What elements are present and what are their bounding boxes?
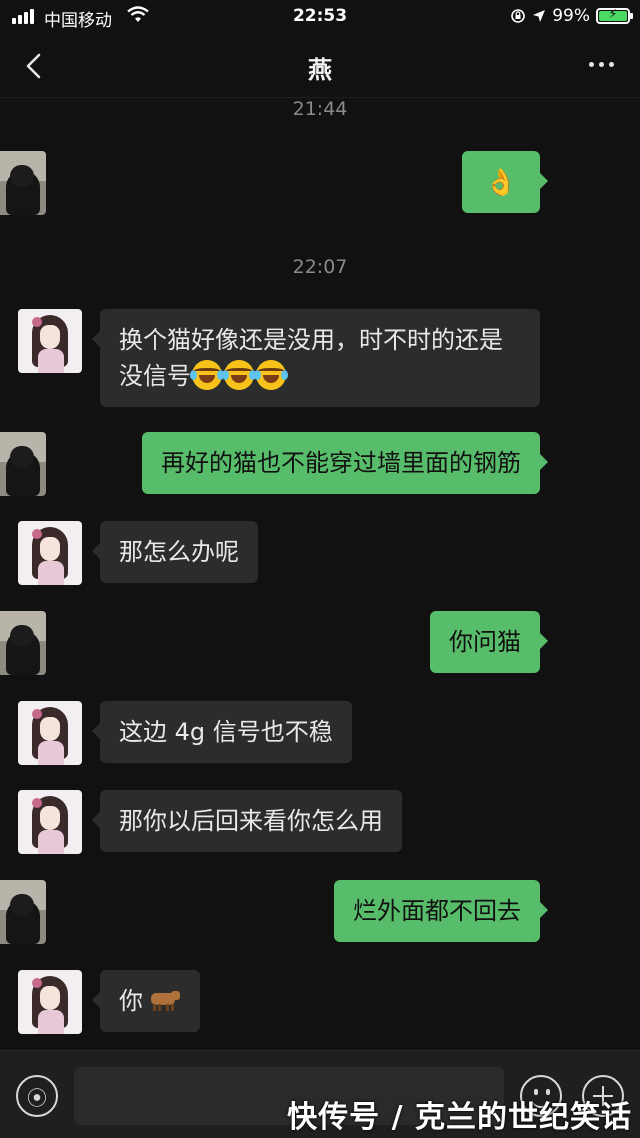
emoji-icon[interactable]	[520, 1075, 562, 1117]
message-row: 你问猫	[0, 611, 640, 675]
cow-icon	[147, 989, 181, 1011]
orientation-lock-icon	[511, 9, 526, 23]
message-row: 换个猫好像还是没用，时不时的还是没信号	[0, 309, 640, 407]
message-row: 那怎么办呢	[0, 521, 640, 585]
message-bubble[interactable]: 换个猫好像还是没用，时不时的还是没信号	[92, 309, 540, 407]
battery-charging-icon: ⚡	[596, 7, 633, 24]
laughing-crying-icon	[222, 360, 256, 390]
message-text: 你	[119, 987, 143, 1015]
message-row: 烂外面都不回去	[0, 880, 640, 944]
avatar[interactable]	[18, 309, 82, 373]
message-bubble[interactable]: 👌	[461, 151, 549, 213]
message-bubble[interactable]: 烂外面都不回去	[334, 880, 548, 942]
message-row: 这边 4g 信号也不稳	[0, 701, 640, 765]
avatar[interactable]	[18, 790, 82, 854]
laughing-crying-icon	[190, 360, 224, 390]
chat-title: 燕	[308, 56, 332, 84]
message-text: 再好的猫也不能穿过墙里面的钢筋	[161, 449, 521, 477]
avatar[interactable]	[0, 151, 46, 215]
message-bubble[interactable]: 你	[92, 970, 200, 1032]
avatar[interactable]	[18, 521, 82, 585]
message-row: 再好的猫也不能穿过墙里面的钢筋	[0, 432, 640, 496]
avatar[interactable]	[0, 611, 46, 675]
message-row: 👌	[0, 151, 640, 215]
message-text: 烂外面都不回去	[353, 897, 521, 925]
nav-bar: 燕	[0, 34, 640, 98]
message-bubble[interactable]: 那你以后回来看你怎么用	[92, 790, 402, 852]
input-bar: ⦿	[0, 1050, 640, 1138]
message-text: 你问猫	[449, 628, 521, 656]
message-text: 换个猫好像还是没用，时不时的还是没信号	[119, 326, 503, 390]
message-bubble[interactable]: 再好的猫也不能穿过墙里面的钢筋	[142, 432, 548, 494]
message-text: 那怎么办呢	[119, 538, 239, 566]
avatar[interactable]	[0, 880, 46, 944]
message-text: 那你以后回来看你怎么用	[119, 807, 383, 835]
message-bubble[interactable]: 你问猫	[430, 611, 548, 673]
timestamp: 21:44	[292, 98, 348, 120]
avatar[interactable]	[18, 970, 82, 1034]
more-icon[interactable]	[589, 62, 614, 67]
chat-screen: 中国移动 22:53 99% ⚡ 燕 21:44 👌 22:07 换个猫好像还是…	[0, 0, 640, 1138]
battery-percent: 99%	[552, 6, 590, 26]
message-text: 这边 4g 信号也不稳	[119, 718, 333, 746]
message-list[interactable]: 21:44 👌 22:07 换个猫好像还是没用，时不时的还是没信号 再好的猫也不…	[0, 98, 640, 1050]
message-row: 你	[0, 970, 640, 1034]
avatar[interactable]	[0, 432, 46, 496]
status-bar: 中国移动 22:53 99% ⚡	[0, 0, 640, 34]
ok-hand-icon: 👌	[484, 168, 517, 198]
message-bubble[interactable]: 那怎么办呢	[92, 521, 258, 583]
message-row: 那你以后回来看你怎么用	[0, 790, 640, 854]
bolt-icon: ⚡	[608, 7, 618, 22]
message-bubble[interactable]: 这边 4g 信号也不稳	[92, 701, 352, 763]
system-icons: 99% ⚡	[510, 6, 633, 26]
voice-icon[interactable]: ⦿	[16, 1075, 58, 1117]
plus-icon[interactable]	[582, 1075, 624, 1117]
location-icon	[533, 10, 546, 22]
message-input[interactable]	[74, 1067, 504, 1125]
laughing-crying-icon	[254, 360, 288, 390]
timestamp: 22:07	[292, 256, 348, 278]
avatar[interactable]	[18, 701, 82, 765]
